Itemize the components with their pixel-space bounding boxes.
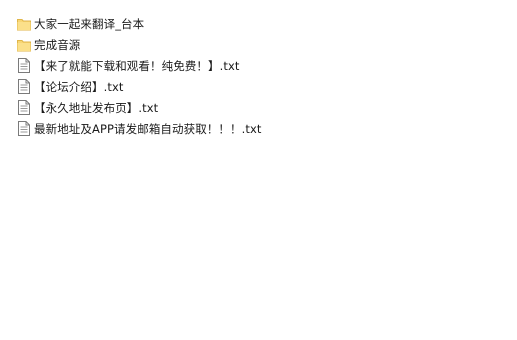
file-row-txt[interactable]: 最新地址及APP请发邮箱自动获取！！！.txt (17, 118, 507, 139)
file-name: 大家一起来翻译_台本 (34, 16, 145, 31)
file-name: 【论坛介绍】.txt (34, 79, 124, 94)
file-name: 【来了就能下载和观看！纯免费！】.txt (34, 58, 240, 73)
file-row-folder[interactable]: 完成音源 (17, 34, 507, 55)
file-list: 大家一起来翻译_台本 完成音源 【来了就能下载和观看！纯免费！】.txt 【论坛… (17, 13, 507, 139)
file-name: 【永久地址发布页】.txt (34, 100, 159, 115)
folder-icon (17, 37, 31, 53)
text-file-icon (17, 121, 31, 137)
text-file-icon (17, 100, 31, 116)
file-row-txt[interactable]: 【永久地址发布页】.txt (17, 97, 507, 118)
file-name: 最新地址及APP请发邮箱自动获取！！！.txt (34, 121, 262, 136)
text-file-icon (17, 79, 31, 95)
file-name: 完成音源 (34, 37, 81, 52)
file-row-txt[interactable]: 【来了就能下载和观看！纯免费！】.txt (17, 55, 507, 76)
file-row-folder[interactable]: 大家一起来翻译_台本 (17, 13, 507, 34)
folder-icon (17, 16, 31, 32)
text-file-icon (17, 58, 31, 74)
file-row-txt[interactable]: 【论坛介绍】.txt (17, 76, 507, 97)
